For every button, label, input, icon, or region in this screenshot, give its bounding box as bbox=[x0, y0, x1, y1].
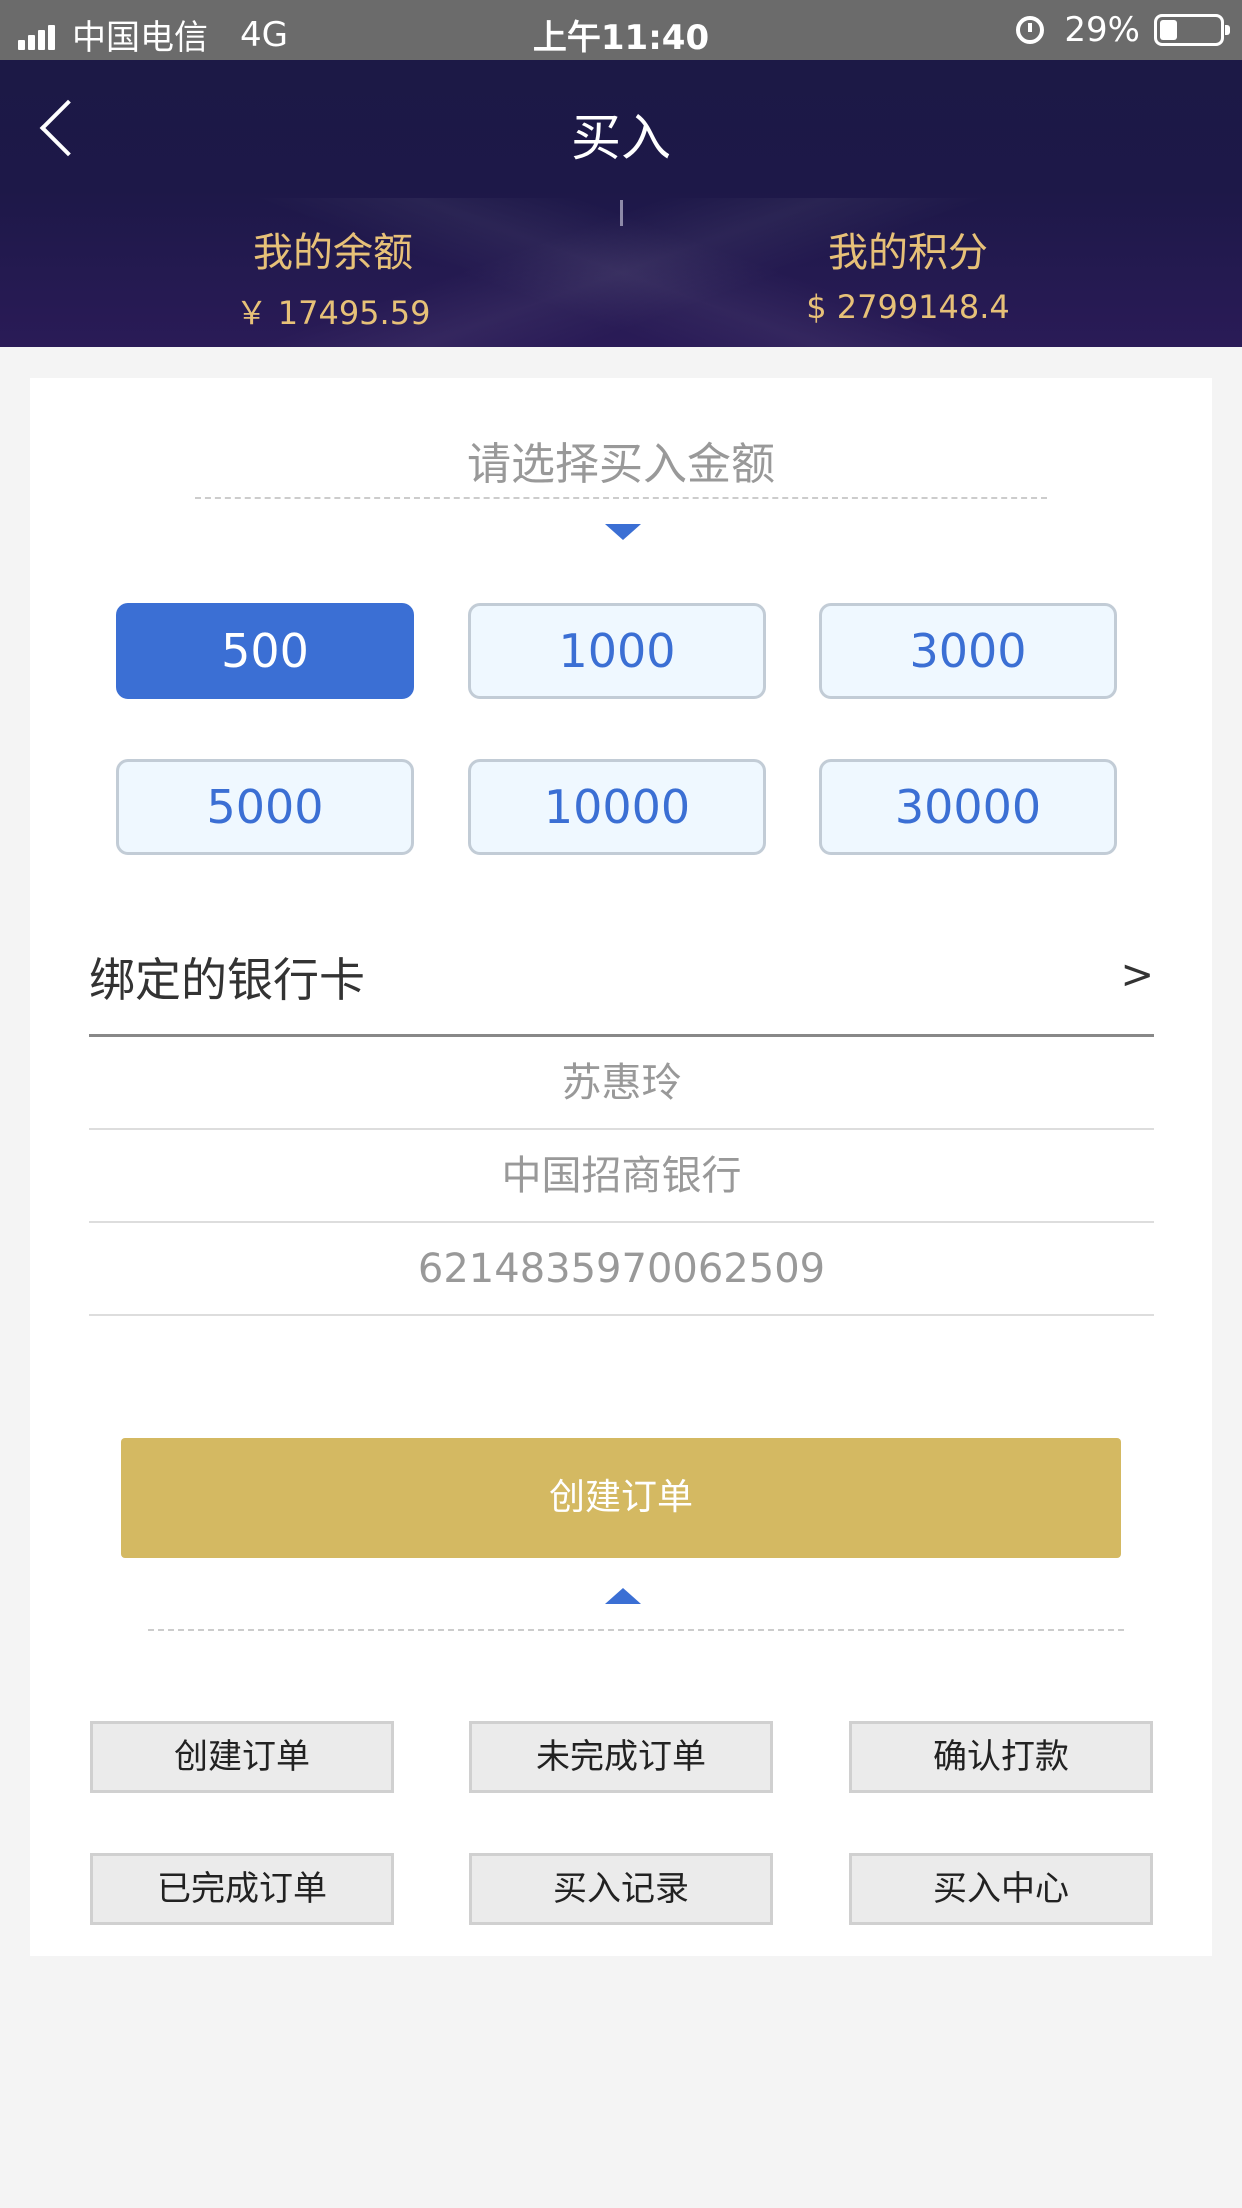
balance-label: 我的余额 bbox=[253, 230, 413, 276]
pending-orders-tab[interactable]: 未完成订单 bbox=[469, 1721, 773, 1793]
amount-option-500[interactable]: 500 bbox=[116, 603, 414, 699]
battery-percent: 29% bbox=[1064, 10, 1140, 50]
amount-option-1000[interactable]: 1000 bbox=[468, 603, 766, 699]
battery-icon bbox=[1154, 14, 1230, 46]
buy-center-tab[interactable]: 买入中心 bbox=[849, 1853, 1153, 1925]
create-order-button[interactable]: 创建订单 bbox=[121, 1438, 1121, 1558]
buy-card: 请选择买入金额 500 1000 3000 5000 10000 30000 绑… bbox=[30, 378, 1212, 1956]
status-bar: 中国电信 4G 上午11:40 29% bbox=[0, 0, 1242, 60]
confirm-payment-tab[interactable]: 确认打款 bbox=[849, 1721, 1153, 1793]
triangle-down-icon bbox=[605, 524, 641, 540]
bank-name: 中国招商银行 bbox=[89, 1130, 1154, 1223]
status-right: 29% bbox=[1016, 10, 1230, 50]
create-order-tab[interactable]: 创建订单 bbox=[90, 1721, 394, 1793]
stats-divider bbox=[620, 200, 623, 226]
balance-value: ￥ 17495.59 bbox=[235, 294, 431, 332]
triangle-up-icon bbox=[605, 1588, 641, 1604]
dashed-divider bbox=[195, 497, 1047, 499]
page-header: 买入 我的余额 ￥ 17495.59 我的积分 $ 2799148.4 bbox=[0, 60, 1242, 347]
balance-stat: 我的余额 ￥ 17495.59 bbox=[133, 220, 533, 334]
chevron-right-icon: > bbox=[1120, 952, 1154, 998]
amount-option-10000[interactable]: 10000 bbox=[468, 759, 766, 855]
page-title: 买入 bbox=[571, 109, 671, 167]
bound-bank-card-row[interactable]: 绑定的银行卡 > bbox=[89, 944, 1154, 1016]
points-stat: 我的积分 $ 2799148.4 bbox=[708, 220, 1108, 326]
points-label: 我的积分 bbox=[828, 230, 988, 276]
alarm-icon bbox=[1016, 16, 1045, 44]
account-holder-name: 苏惠玲 bbox=[89, 1037, 1154, 1130]
buy-records-tab[interactable]: 买入记录 bbox=[469, 1853, 773, 1925]
card-number: 6214835970062509 bbox=[89, 1223, 1154, 1316]
completed-orders-tab[interactable]: 已完成订单 bbox=[90, 1853, 394, 1925]
amount-option-3000[interactable]: 3000 bbox=[819, 603, 1117, 699]
points-value: $ 2799148.4 bbox=[806, 288, 1010, 326]
dashed-divider-bottom bbox=[148, 1629, 1124, 1631]
amount-option-30000[interactable]: 30000 bbox=[819, 759, 1117, 855]
bank-card-title: 绑定的银行卡 bbox=[89, 953, 365, 1007]
amount-prompt: 请选择买入金额 bbox=[467, 439, 775, 490]
amount-option-5000[interactable]: 5000 bbox=[116, 759, 414, 855]
